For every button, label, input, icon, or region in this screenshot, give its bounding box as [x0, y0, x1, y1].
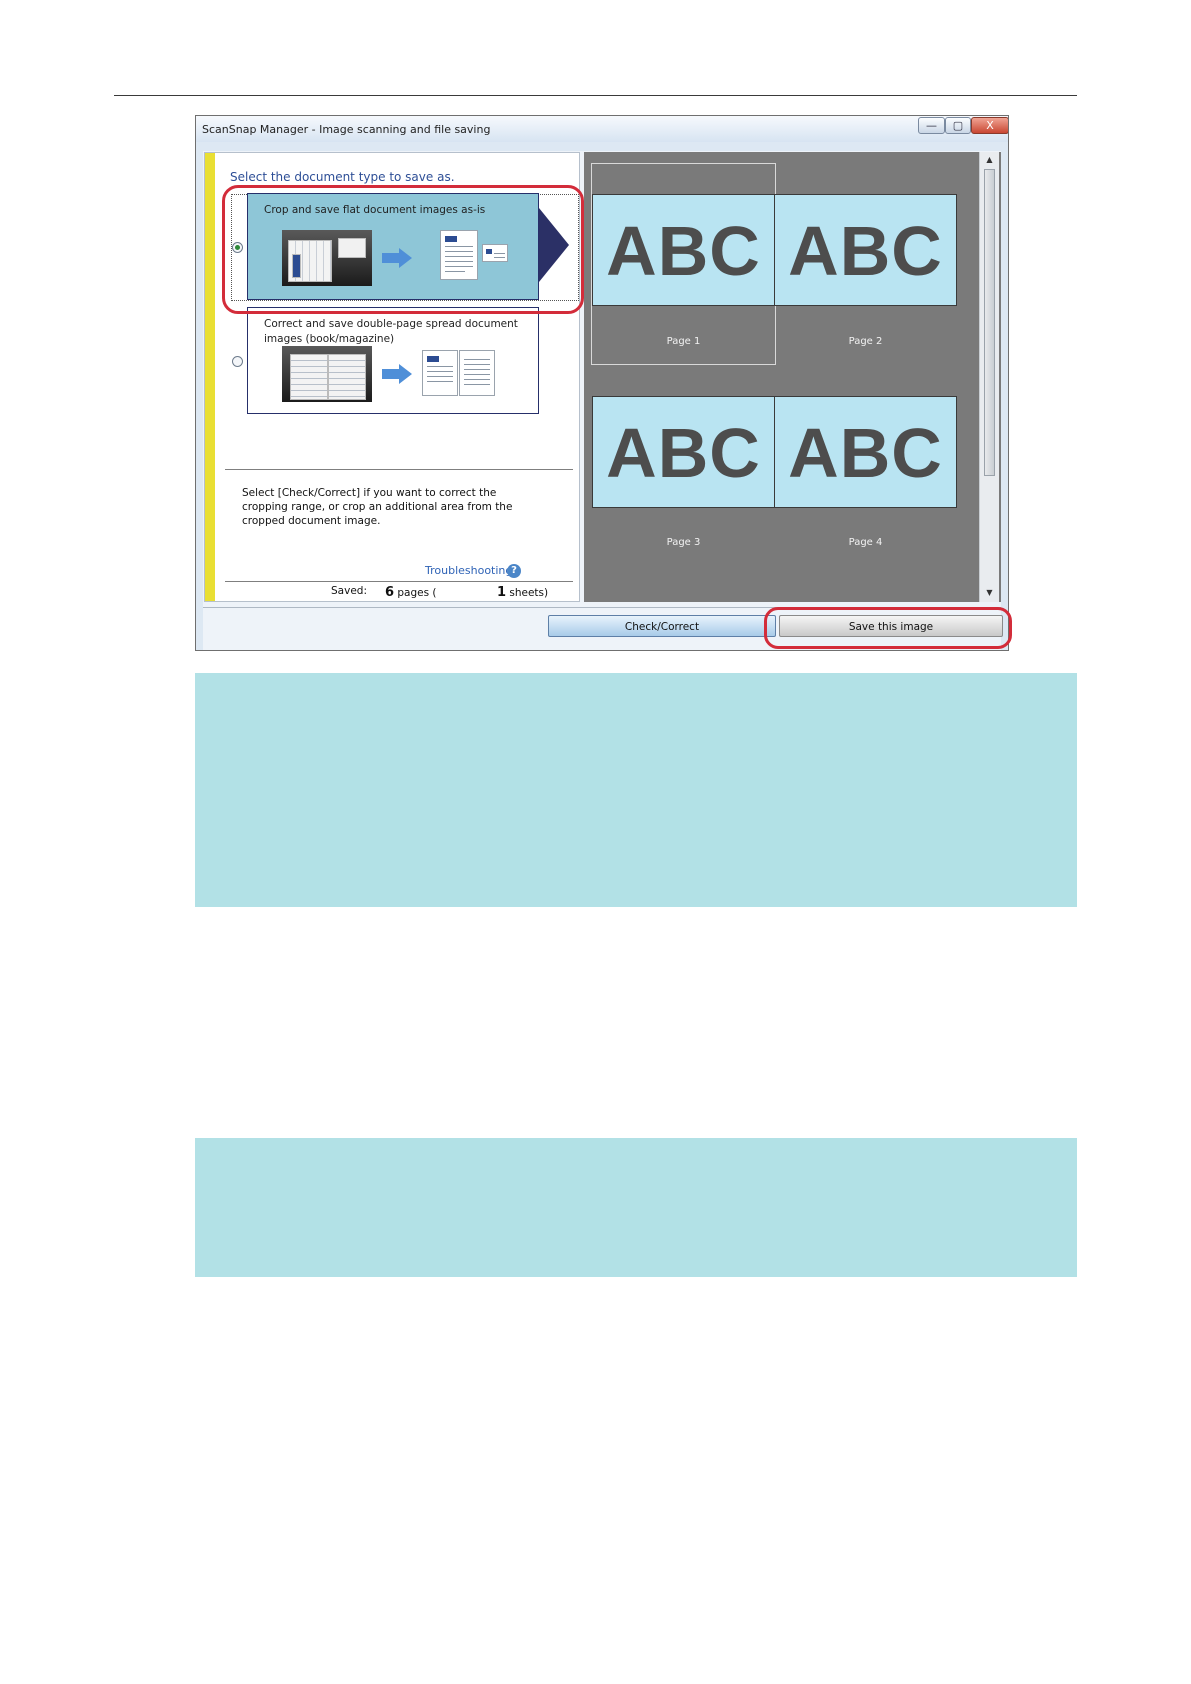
radio-double-page[interactable]	[232, 356, 243, 367]
hint-box	[195, 1138, 1077, 1277]
right-page-icon	[459, 350, 495, 396]
maximize-button[interactable]: ▢	[945, 117, 971, 134]
document-type-prompt: Select the document type to save as.	[230, 170, 455, 184]
divider	[225, 469, 573, 470]
page-thumbnail-1[interactable]: ABC	[592, 194, 775, 306]
page-label-2: Page 2	[848, 336, 883, 347]
page-thumbnail-3[interactable]: ABC	[592, 396, 775, 508]
thumbnail-grid: ABC Page 1 ABC Page 2 ABC Page 3 ABC Pag…	[584, 152, 979, 602]
saved-sheets-label: sheets)	[509, 587, 549, 599]
option-highlight-callout	[222, 185, 584, 314]
page-label-1: Page 1	[666, 336, 701, 347]
minimize-button[interactable]: —	[918, 117, 945, 134]
save-button-highlight-callout	[764, 607, 1012, 649]
saved-pages-label: pages (	[397, 587, 437, 599]
troubleshooting-link[interactable]: Troubleshooting	[425, 564, 512, 577]
page-thumbnail-2[interactable]: ABC	[774, 194, 957, 306]
scroll-up-arrow-icon[interactable]: ▲	[980, 155, 999, 164]
arrow-right-icon	[382, 364, 412, 384]
panel-accent-bar	[205, 153, 215, 601]
option-double-page[interactable]: Correct and save double-page spread docu…	[247, 307, 539, 414]
book-illustration	[282, 346, 495, 402]
page-label-3: Page 3	[666, 537, 701, 548]
scroll-down-arrow-icon[interactable]: ▼	[980, 588, 999, 597]
preview-scrollbar[interactable]: ▲ ▼	[979, 152, 999, 602]
check-correct-hint: Select [Check/Correct] if you want to co…	[242, 487, 513, 527]
saved-sheets-count: 1	[497, 585, 507, 600]
help-icon[interactable]: ?	[507, 564, 521, 578]
open-book-icon	[282, 346, 372, 402]
title-bar: ScanSnap Manager - Image scanning and fi…	[196, 116, 1008, 142]
saved-pages: 6 pages (	[385, 585, 437, 600]
page-label-4: Page 4	[848, 537, 883, 548]
saved-sheets: 1 sheets)	[497, 585, 548, 600]
close-button[interactable]: X	[971, 117, 1008, 134]
note-box	[195, 673, 1077, 907]
window-title: ScanSnap Manager - Image scanning and fi…	[202, 123, 491, 136]
page-header-rule	[114, 95, 1077, 96]
page-thumbnail-4[interactable]: ABC	[774, 396, 957, 508]
divider	[225, 581, 573, 582]
saved-pages-count: 6	[385, 585, 395, 600]
saved-label: Saved:	[331, 585, 367, 597]
page-preview-panel: ABC Page 1 ABC Page 2 ABC Page 3 ABC Pag…	[584, 152, 1001, 602]
check-correct-button[interactable]: Check/Correct	[548, 615, 776, 637]
left-page-icon	[422, 350, 458, 396]
scroll-thumb[interactable]	[984, 169, 995, 476]
option-double-page-label: Correct and save double-page spread docu…	[264, 318, 518, 345]
